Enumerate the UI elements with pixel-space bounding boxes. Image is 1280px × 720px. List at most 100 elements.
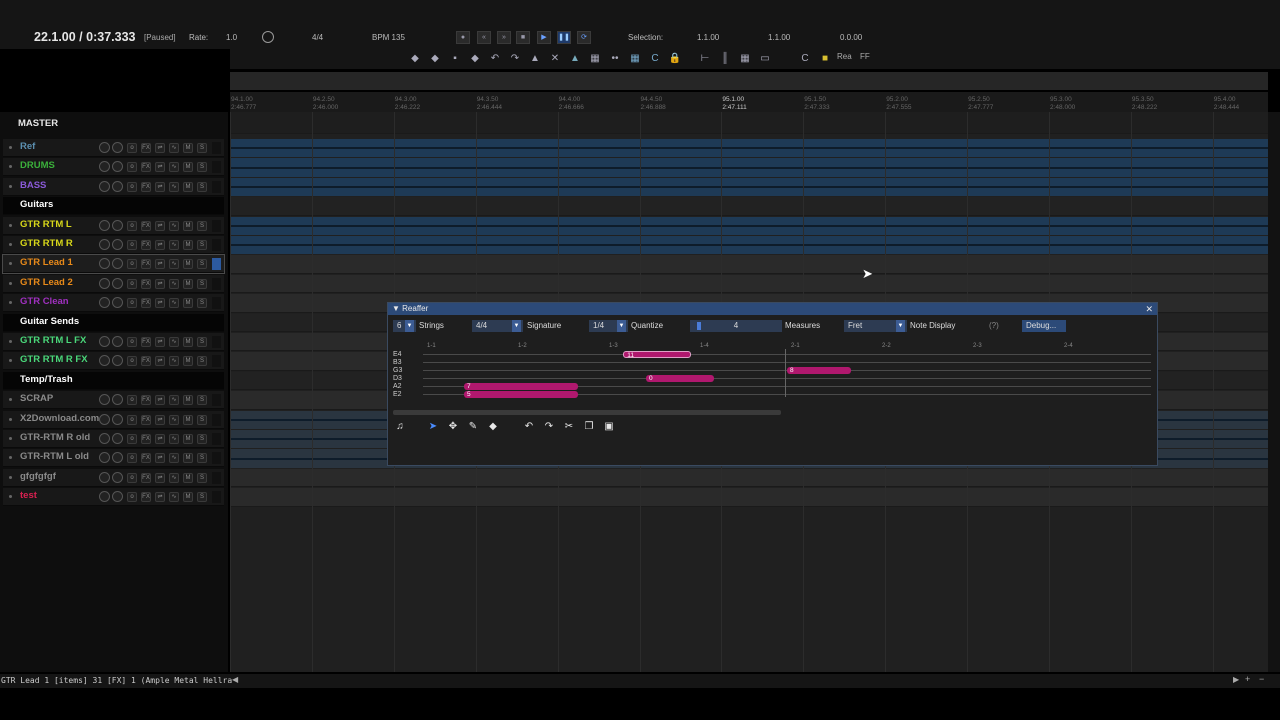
io-button[interactable]: ⇌	[155, 298, 165, 309]
pan-knob-icon[interactable]	[112, 433, 123, 444]
track-lane[interactable]	[230, 236, 1268, 255]
solo-button[interactable]: S	[197, 298, 207, 309]
rate-value[interactable]: 1.0	[226, 33, 237, 42]
color-icon[interactable]: ■	[818, 52, 832, 65]
volume-knob-icon[interactable]	[99, 471, 110, 483]
media-item[interactable]	[230, 216, 1268, 235]
record-arm-button[interactable]: o	[127, 414, 137, 425]
record-icon[interactable]: ●	[456, 31, 470, 44]
track-row[interactable]: X2Download.com o FX ⇌ ∿ M S	[3, 410, 224, 429]
volume-knob-icon[interactable]	[99, 452, 110, 464]
track-row[interactable]: GTR Lead 2 o FX ⇌ ∿ M S	[3, 274, 224, 293]
track-name[interactable]: GTR Lead 2	[20, 277, 73, 288]
selection-start[interactable]: 1.1.00	[697, 33, 719, 42]
lock-icon[interactable]: 🔒	[668, 52, 682, 65]
volume-knob-icon[interactable]	[99, 219, 110, 231]
io-button[interactable]: ⇌	[155, 278, 165, 289]
debug-button[interactable]: Debug...	[1022, 320, 1066, 332]
track-row[interactable]: GTR RTM R FX o FX ⇌ ∿ M S	[3, 352, 224, 371]
volume-knob-icon[interactable]	[99, 239, 110, 250]
track-name[interactable]: Guitars	[20, 199, 53, 210]
envelope-icon[interactable]: ⊢	[698, 52, 712, 65]
display-select[interactable]: Fret ▼	[844, 320, 907, 332]
new-project-icon[interactable]: ◆	[408, 52, 422, 65]
track-row[interactable]: Ref o FX ⇌ ∿ M S	[3, 139, 224, 157]
track-lane[interactable]	[230, 177, 1268, 197]
solo-button[interactable]: S	[197, 395, 207, 406]
envelope-button[interactable]: ∿	[169, 298, 179, 309]
pan-knob-icon[interactable]	[112, 491, 123, 503]
volume-knob-icon[interactable]	[99, 277, 110, 289]
rea-button[interactable]: Rea	[837, 52, 852, 61]
tab-note[interactable]: 8	[787, 367, 851, 374]
track-row[interactable]: test o FX ⇌ ∿ M S	[3, 488, 224, 507]
mute-button[interactable]: M	[183, 472, 193, 483]
solo-button[interactable]: S	[197, 143, 207, 153]
bpm-display[interactable]: BPM 135	[372, 33, 405, 42]
vertical-scrollbar[interactable]	[1268, 112, 1280, 672]
track-name[interactable]: Ref	[20, 141, 35, 152]
play-icon[interactable]: ▶	[537, 31, 551, 44]
mute-button[interactable]: M	[183, 492, 193, 503]
envelope-button[interactable]: ∿	[169, 414, 179, 425]
solo-button[interactable]: S	[197, 220, 207, 231]
mute-button[interactable]: M	[183, 162, 193, 173]
tab-note[interactable]: 7	[463, 383, 578, 390]
envelope-button[interactable]: ∿	[169, 220, 179, 231]
track-row[interactable]: SCRAP o FX ⇌ ∿ M S	[3, 391, 224, 410]
track-row[interactable]: GTR Lead 1 o FX ⇌ ∿ M S	[2, 254, 225, 275]
fx-button[interactable]: FX	[141, 453, 151, 464]
volume-knob-icon[interactable]	[99, 394, 110, 406]
mute-button[interactable]: M	[183, 414, 193, 425]
zoom-in-icon[interactable]: +	[1245, 674, 1250, 684]
track-lane[interactable]	[230, 274, 1268, 294]
pan-knob-icon[interactable]	[112, 277, 123, 289]
io-button[interactable]: ⇌	[155, 453, 165, 464]
solo-button[interactable]: S	[197, 453, 207, 464]
pan-knob-icon[interactable]	[112, 471, 123, 483]
solo-button[interactable]: S	[197, 434, 207, 444]
mute-button[interactable]: M	[183, 259, 193, 270]
track-name[interactable]: GTR-RTM L old	[20, 451, 89, 462]
copy-icon[interactable]: ❐	[583, 421, 595, 433]
move-icon[interactable]: ✥	[447, 421, 459, 433]
track-row[interactable]: GTR RTM L o FX ⇌ ∿ M S	[3, 216, 224, 235]
track-name[interactable]: GTR Lead 1	[20, 257, 73, 268]
cut-icon[interactable]: ✂	[563, 421, 575, 433]
io-button[interactable]: ⇌	[155, 259, 165, 270]
help-link[interactable]: (?)	[989, 320, 999, 332]
solo-button[interactable]: S	[197, 181, 207, 192]
redo-icon[interactable]: ↷	[543, 421, 555, 433]
horizontal-scrollbar[interactable]	[393, 410, 781, 415]
fx-button[interactable]: FX	[141, 395, 151, 406]
pan-knob-icon[interactable]	[112, 161, 123, 173]
track-lane[interactable]	[230, 216, 1268, 235]
fx-button[interactable]: FX	[141, 414, 151, 425]
track-name[interactable]: BASS	[20, 180, 46, 191]
track-name[interactable]: Guitar Sends	[20, 316, 79, 327]
ruler[interactable]: 94.1.00 2:46.777 94.2.50 2:46.000 94.3.00 2:4…	[230, 92, 1268, 112]
track-name[interactable]: GTR RTM L	[20, 219, 72, 230]
io-button[interactable]: ⇌	[155, 181, 165, 192]
scroll-left-icon[interactable]: ◀	[232, 675, 238, 684]
quantize-select[interactable]: 1/4 ▼	[589, 320, 628, 332]
track-row[interactable]: BASS o FX ⇌ ∿ M S	[3, 177, 224, 196]
mute-button[interactable]: M	[183, 220, 193, 231]
io-button[interactable]: ⇌	[155, 492, 165, 503]
solo-button[interactable]: S	[197, 472, 207, 483]
paste-icon[interactable]: ▣	[603, 421, 615, 433]
fx-button[interactable]: FX	[141, 337, 151, 347]
refresh-icon[interactable]: C	[798, 52, 812, 65]
routing-icon[interactable]: ▦	[738, 52, 752, 65]
fx-button[interactable]: FX	[141, 181, 151, 192]
mute-button[interactable]: M	[183, 298, 193, 309]
media-item[interactable]	[230, 158, 1268, 177]
open-project-icon[interactable]: ◆	[428, 52, 442, 65]
volume-knob-icon[interactable]	[99, 433, 110, 444]
undo-icon[interactable]: ↶	[523, 421, 535, 433]
track-name[interactable]: GTR RTM L FX	[20, 335, 86, 346]
io-button[interactable]: ⇌	[155, 472, 165, 483]
pan-knob-icon[interactable]	[112, 219, 123, 231]
stop-icon[interactable]: ■	[516, 31, 530, 44]
track-row[interactable]: Temp/Trash	[3, 371, 224, 390]
